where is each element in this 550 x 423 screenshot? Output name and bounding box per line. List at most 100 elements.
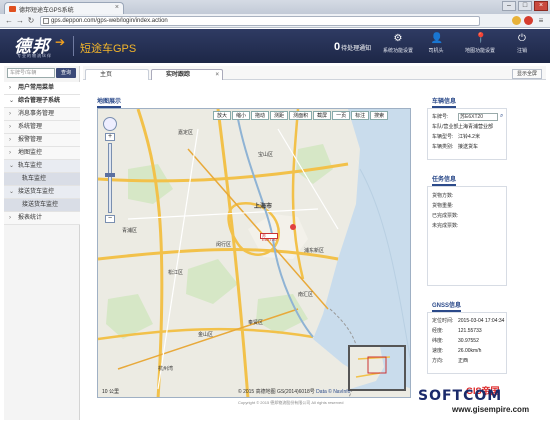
info-value: 2015-03-04 17:04:34 [458,318,505,324]
address-bar[interactable]: gps.deppon.com/gps-web/login/index.actio… [40,16,480,26]
sidebar-item-label: 接送货车监控 [22,202,59,208]
map-label-hangzhou-bay: 杭州湾 [158,366,174,372]
tab-realtime-tracking[interactable]: 实时跟踪 × [151,69,223,80]
info-value: 上海青浦营业部 [458,124,494,130]
map-zoom-out-button[interactable]: 缩小 [232,111,251,120]
map-screenshot-button[interactable]: 截屏 [313,111,332,120]
overview-map[interactable] [348,345,406,391]
info-key: 速度: [432,348,444,354]
map-label-jiading: 嘉定区 [178,130,194,136]
minimize-icon[interactable]: – [502,1,516,11]
tab-label: 主页 [100,72,113,78]
chevron-down-icon: ⌄ [9,189,15,195]
close-icon[interactable]: × [215,70,219,80]
url-text: gps.deppon.com/gps-web/login/index.actio… [51,18,168,24]
sidebar-item-map-monitor[interactable]: › 地图监控 [4,147,80,160]
sidebar-item-label: 系统管理 [18,124,43,130]
search-icon[interactable]: ⌕ [500,113,506,121]
content-tabs: 主页 实时跟踪 × 显示全屏 [83,66,546,80]
info-row: 已完成票数: [428,211,506,221]
vehicle-marker[interactable]: 苏E6XT20 [260,233,278,242]
sidebar-item-system[interactable]: › 系统管理 [4,121,80,134]
driver-label: 司机头 [428,48,444,54]
info-row: 定位时间: 2015-03-04 17:04:34 [428,316,506,326]
fullscreen-button[interactable]: 显示全屏 [511,69,542,79]
zoom-slider[interactable] [108,143,112,213]
map-measure-area-button[interactable]: 测面积 [289,111,313,120]
plate-number-input[interactable]: 苏E6XT20 [458,113,498,121]
sidebar-search-button[interactable]: 查询 [56,68,76,78]
sidebar-item-label: 综合管理子系统 [18,98,61,104]
extension-icon[interactable] [512,16,521,25]
pending-alerts[interactable]: 0待处理通知 [334,41,371,53]
info-row: 车队/营业部: 上海青浦营业部 [428,122,506,132]
map-page-button[interactable]: 一页 [332,111,351,120]
sidebar-item-management[interactable]: ⌄ 综合管理子系统 [4,95,80,108]
power-icon: ⏻ [518,33,526,44]
info-value: 121.55733 [458,328,482,334]
user-icon: 👤 [430,33,443,44]
info-value: 接送货车 [458,144,479,150]
app-header: 德邦 ➔ 专业的物流伙伴 短途车GPS 0待处理通知 ⚙ 系统功能设置 👤 司机… [0,29,550,63]
map-label-fengxian: 奉贤区 [248,320,264,326]
map-mark-button[interactable]: 标注 [351,111,370,120]
alert-count-label: 待处理通知 [341,46,372,52]
logo-tagline: 专业的物流伙伴 [17,53,52,58]
zoom-in-icon[interactable]: + [105,133,115,141]
logout-button[interactable]: ⏻ 注销 [498,33,546,54]
task-info-panel: 货物方数: 货物重量: 已完成票数: 未完成票数: [427,186,507,286]
window-controls: – □ × [502,1,548,11]
map-pan-button[interactable]: 拖动 [251,111,270,120]
sidebar-item-label: 地图监控 [18,150,43,156]
chevron-right-icon: › [9,137,11,143]
sidebar-item-pickup-monitor[interactable]: ⌄ 接送货车监控 [4,186,80,199]
map-search-button[interactable]: 搜索 [370,111,389,120]
info-key: 货物方数: [432,193,454,199]
map-settings-button[interactable]: 📍 地图功能设置 [456,33,504,54]
reload-icon[interactable]: ↻ [26,16,36,26]
info-key: 车队/营业部: [432,124,460,130]
sidebar-item-messages[interactable]: › 消息事务管理 [4,108,80,121]
sidebar-item-reports[interactable]: › 报表统计 [4,212,80,225]
zoom-slider-knob[interactable] [105,173,115,177]
sidebar-item-track-monitor[interactable]: ⌄ 轨车监控 [4,160,80,173]
sidebar-item-track-monitor-leaf[interactable]: 轨车监控 [4,173,80,186]
back-icon[interactable]: ← [4,16,14,26]
map-copyright-text: © 2015 高德地图 GS(2014)6018号 [238,389,315,395]
map-label-qingpu: 青浦区 [122,228,138,234]
info-row: 车辆型号: 江铃4.2米 [428,132,506,142]
gnss-info-panel: 定位时间: 2015-03-04 17:04:34 经度: 121.55733 纬度… [427,312,507,374]
sidebar-item-pickup-monitor-leaf[interactable]: 接送货车监控 [4,199,80,212]
map-label-songjiang: 松江区 [168,270,184,276]
sidebar-item-favorites[interactable]: › 用户常用菜单 [4,82,80,95]
browser-toolbar: ← → ↻ gps.deppon.com/gps-web/login/index… [0,14,550,28]
sidebar-search-input[interactable]: 车牌号/车辆 [7,68,55,78]
sidebar-item-alarms[interactable]: › 报警管理 [4,134,80,147]
map-label-nanhui: 南汇区 [298,292,314,298]
map-measure-distance-button[interactable]: 测距 [270,111,289,120]
pan-control-icon[interactable] [103,117,117,131]
map-view[interactable]: 嘉定区 上海市 宝山区 浦东新区 闵行区 松江区 青浦区 奉贤区 金山区 南汇区… [97,108,411,398]
tab-home[interactable]: 主页 [85,69,149,80]
map-label-shanghai: 上海市 [254,204,273,210]
forward-icon[interactable]: → [15,16,25,26]
zoom-out-icon[interactable]: − [105,215,115,223]
extension-icon[interactable] [524,16,533,25]
chevron-down-icon: ⌄ [9,163,15,169]
info-value: 26.00km/h [458,348,482,354]
maximize-icon[interactable]: □ [518,1,532,11]
info-row: 货物方数: [428,191,506,201]
close-tab-icon[interactable]: × [115,4,119,11]
watermark: SOFTCOM [418,388,503,404]
menu-icon[interactable]: ≡ [536,16,546,26]
map-zoom-in-button[interactable]: 放大 [213,111,232,120]
tab-label: 实时跟踪 [166,72,191,78]
info-key: 纬度: [432,338,444,344]
driver-button[interactable]: 👤 司机头 [412,33,460,54]
info-row: 车辆类别: 接送货车 [428,142,506,152]
footer-copyright: Copyright © 2015 德邦物流股份有限公司 All rights r… [238,400,344,405]
chevron-right-icon: › [9,150,11,156]
close-window-icon[interactable]: × [534,1,548,11]
browser-tab[interactable]: 德邦短途车GPS系统 × [4,2,124,14]
chevron-down-icon: ⌄ [9,98,15,104]
